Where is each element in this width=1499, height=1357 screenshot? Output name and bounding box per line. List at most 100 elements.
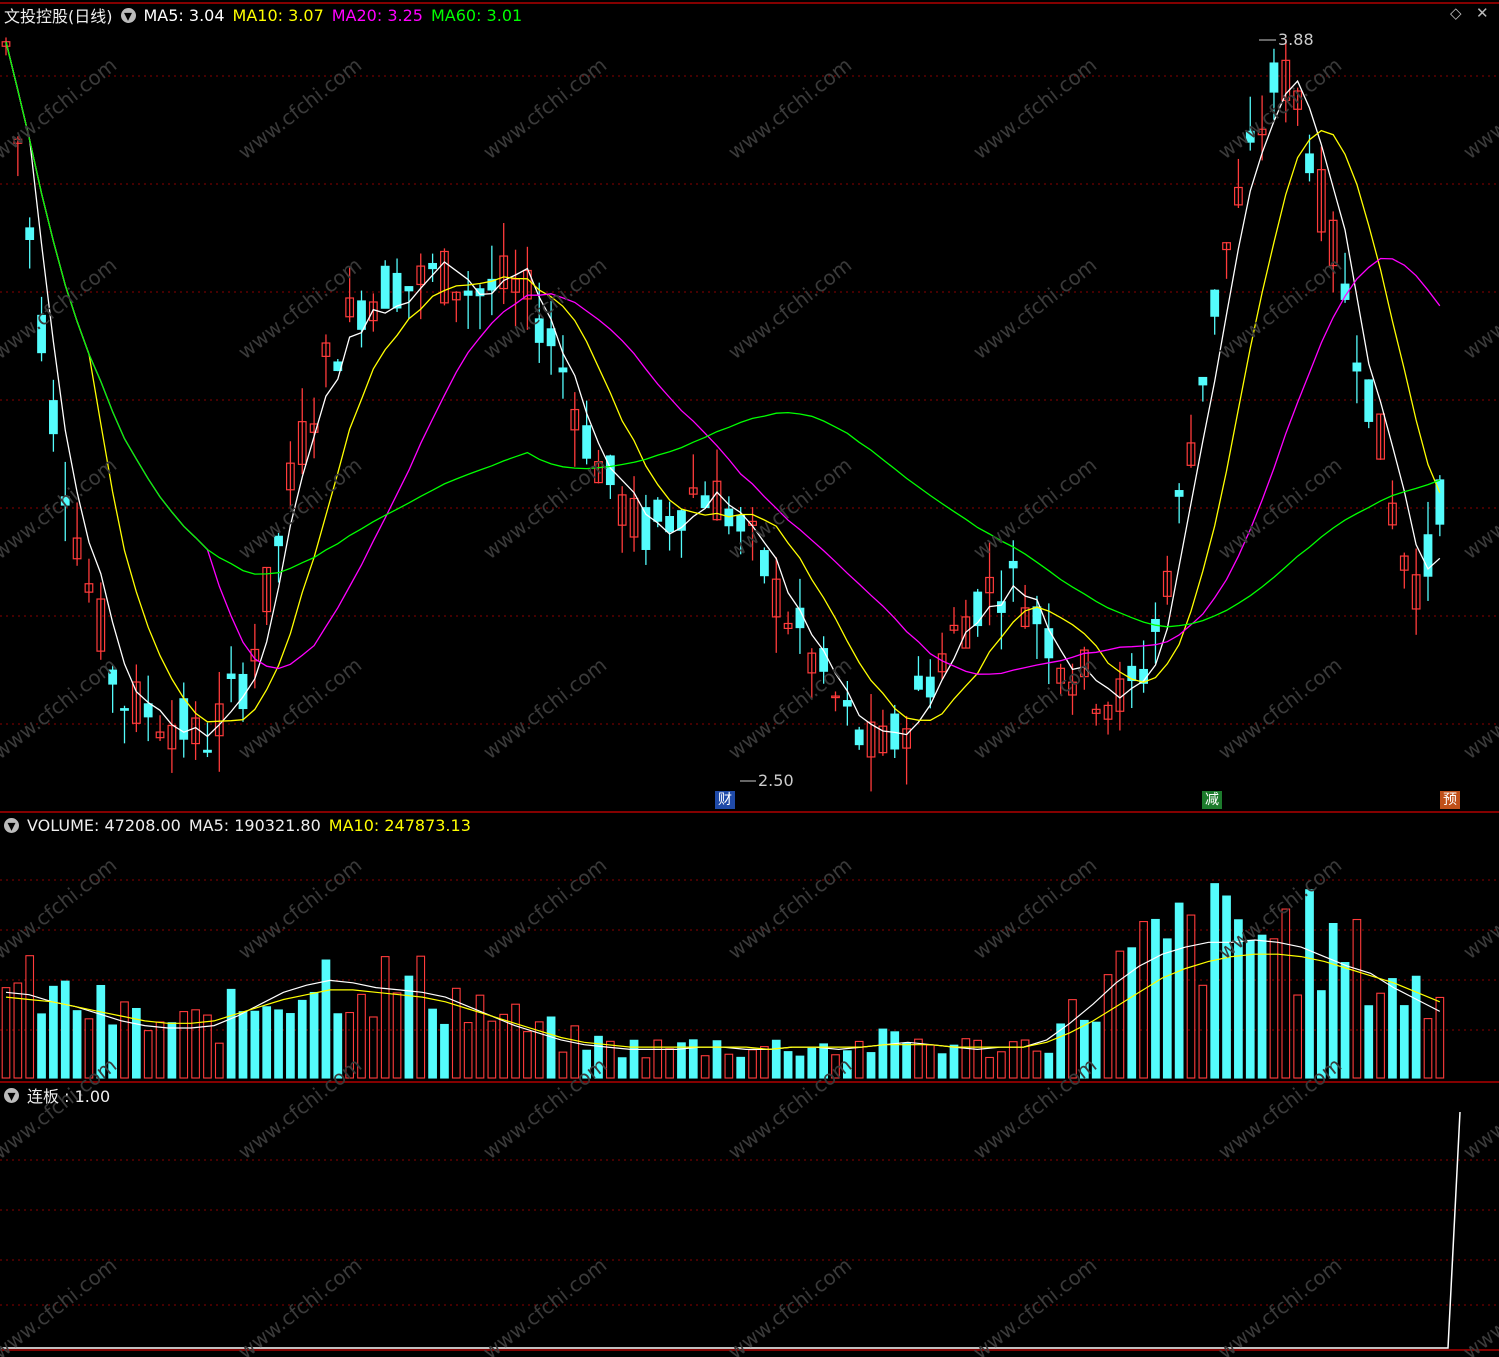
volume-bar	[1388, 978, 1397, 1079]
dropdown-circle-icon[interactable]: ▾	[4, 817, 19, 833]
chart-canvas[interactable]: www.cfchi.com www.cfchi.com www.cfchi.com w…	[0, 0, 1499, 1357]
volume-bar	[1151, 918, 1160, 1079]
price-panel-header: 文投控股(日线) ▾ MA5: 3.04 MA10: 3.07 MA20: 3.…	[4, 3, 530, 27]
volume-bar	[297, 999, 307, 1079]
volume-bar	[1044, 1052, 1054, 1079]
volume-bar	[203, 1014, 212, 1079]
volume-bar	[641, 1057, 651, 1079]
volume-bar	[37, 1013, 46, 1079]
watermark-text: www.cfchi.com	[233, 653, 366, 764]
candle-body	[1269, 62, 1279, 93]
volume-bar	[309, 991, 319, 1079]
watermark-text: www.cfchi.com	[0, 1053, 121, 1164]
candle-body	[392, 272, 402, 309]
candle-body	[380, 265, 390, 309]
volume-bar	[440, 1023, 449, 1079]
volume-bar	[179, 1011, 189, 1079]
volume-bar	[902, 1042, 911, 1079]
volume-bar	[546, 1016, 556, 1079]
volume-bar	[1257, 934, 1267, 1079]
watermark-text: www.cfchi.com	[1458, 253, 1499, 364]
volume-bar	[523, 1031, 532, 1079]
candle-body	[665, 515, 674, 533]
volume-bar	[143, 1030, 153, 1079]
watermark-text: www.cfchi.com	[1213, 653, 1346, 764]
candle-body	[973, 591, 983, 627]
volume-bar	[961, 1038, 971, 1079]
volume-bar	[1, 987, 11, 1079]
candle-body	[1364, 379, 1374, 422]
volume-ma10-label: MA10: 247873.13	[328, 815, 471, 835]
volume-bar	[463, 1022, 473, 1079]
watermark-text: www.cfchi.com	[0, 653, 121, 764]
watermark-text: www.cfchi.com	[1213, 853, 1346, 964]
volume-bar	[368, 1016, 378, 1079]
volume-bar	[1115, 950, 1125, 1079]
volume-bar	[1162, 938, 1172, 1079]
volume-bar	[1139, 921, 1148, 1079]
diamond-icon[interactable]: ◇	[1450, 4, 1462, 22]
marker-cai[interactable]: 财	[715, 791, 735, 809]
candle-body	[120, 708, 129, 711]
volume-bar	[13, 982, 23, 1079]
marker-jian[interactable]: 减	[1202, 791, 1222, 809]
candle-body	[226, 673, 236, 679]
volume-bar	[1399, 1005, 1409, 1079]
volume-bar	[392, 992, 402, 1079]
volume-bar	[1127, 947, 1137, 1079]
watermark-text: www.cfchi.com	[723, 253, 856, 364]
volume-bar	[191, 1009, 200, 1079]
watermark-text: www.cfchi.com	[968, 53, 1101, 164]
volume-bar	[25, 955, 35, 1079]
watermark-text: www.cfchi.com	[723, 453, 856, 564]
volume-bar	[49, 985, 58, 1079]
volume-bar	[1269, 938, 1279, 1079]
watermark-text: www.cfchi.com	[723, 653, 856, 764]
volume-bar	[783, 1051, 793, 1079]
watermark-text: www.cfchi.com	[968, 853, 1101, 964]
watermark-text: www.cfchi.com	[1458, 1053, 1499, 1164]
volume-bar	[1198, 984, 1208, 1079]
candle-body	[1423, 534, 1433, 577]
volume-bar	[1281, 908, 1291, 1079]
volume-bar	[262, 1006, 272, 1079]
volume-bar	[890, 1031, 900, 1079]
watermark-text: www.cfchi.com	[478, 853, 611, 964]
volume-bar	[167, 1022, 177, 1079]
candle-body	[996, 601, 1006, 613]
volume-bar	[866, 1052, 876, 1079]
watermark-text: www.cfchi.com	[478, 53, 611, 164]
candle-body	[1008, 560, 1018, 569]
volume-bar	[428, 1008, 437, 1079]
stock-title[interactable]: 文投控股(日线)	[4, 3, 113, 27]
volume-bar	[1210, 883, 1220, 1079]
volume-bar	[712, 1040, 722, 1079]
candle-body	[25, 227, 35, 240]
candle-body	[914, 675, 923, 690]
volume-bar	[416, 955, 426, 1079]
volume-bar	[949, 1044, 959, 1079]
volume-bar	[724, 1053, 734, 1079]
lianban-label: 连板 : 1.00	[27, 1087, 111, 1106]
volume-bar	[771, 1039, 781, 1079]
close-icon[interactable]: ✕	[1476, 4, 1489, 22]
ma10-label: MA10: 3.07	[232, 5, 324, 25]
dropdown-circle-icon[interactable]: ▾	[120, 7, 136, 23]
candle-body	[1210, 289, 1220, 317]
dropdown-circle-icon[interactable]: ▾	[4, 1087, 19, 1103]
candle-body	[1174, 490, 1184, 497]
candle-body	[558, 367, 568, 373]
candle-body	[357, 300, 366, 330]
volume-bar	[937, 1053, 947, 1079]
volume-bar	[653, 1039, 663, 1079]
volume-bar	[487, 1020, 497, 1079]
volume-bar	[1186, 914, 1196, 1079]
marker-yu[interactable]: 预	[1440, 791, 1460, 809]
low-price-annotation: 2.50	[758, 771, 794, 790]
volume-bar	[475, 994, 485, 1079]
ma5-label: MA5: 3.04	[143, 5, 225, 25]
candle-body	[143, 703, 153, 718]
watermark-text: www.cfchi.com	[233, 853, 366, 964]
volume-bar	[925, 1044, 935, 1079]
volume-bar	[120, 1001, 129, 1079]
